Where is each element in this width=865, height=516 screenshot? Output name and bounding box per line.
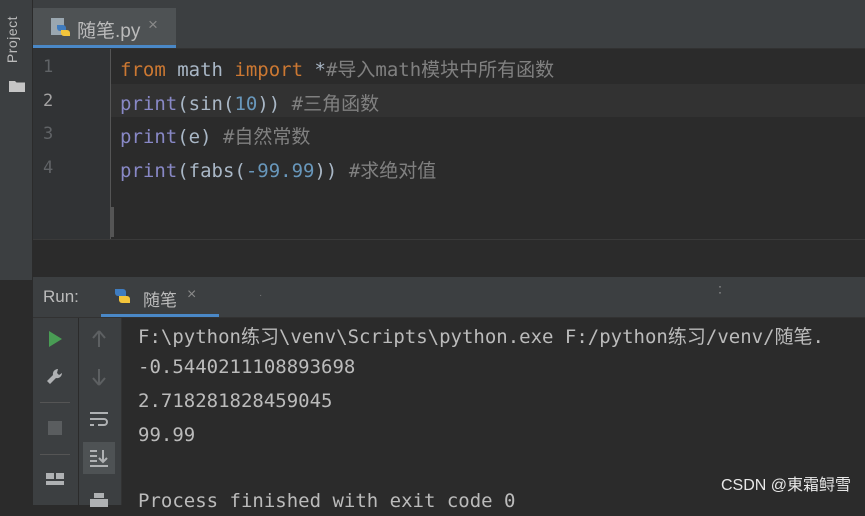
python-icon xyxy=(115,289,130,303)
editor-tab[interactable]: 随笔.py × xyxy=(33,8,176,48)
run-icon[interactable] xyxy=(40,324,70,354)
run-toolbar-primary xyxy=(33,318,78,505)
project-tool-button[interactable]: Project xyxy=(4,16,20,63)
line-number-gutter: 1 2 3 4 xyxy=(33,49,111,239)
editor-tab-bar: 随笔.py × xyxy=(33,0,865,49)
code-line-2: print(sin(10)) #三角函数 xyxy=(120,93,380,115)
run-tab-close-icon[interactable]: × xyxy=(187,286,196,304)
panel-splitter[interactable] xyxy=(33,239,865,278)
editor-tab-label: 随笔.py xyxy=(77,21,141,42)
more-options-icon[interactable]: · · xyxy=(718,280,722,298)
line-number: 3 xyxy=(43,124,54,144)
project-tool-strip: Project xyxy=(0,0,33,280)
divider-dot: · xyxy=(259,290,263,301)
layout-icon[interactable] xyxy=(40,464,70,494)
code-line-3: print(e) #自然常数 xyxy=(120,126,311,148)
console-line: Process finished with exit code 0 xyxy=(138,490,516,512)
tab-close-icon[interactable]: × xyxy=(148,15,158,35)
run-config-tab[interactable]: 随笔 × xyxy=(101,277,219,317)
run-toolbar-secondary xyxy=(79,318,122,507)
run-title: Run: xyxy=(43,287,79,306)
watermark: CSDN @東霜鲟雪 xyxy=(720,477,851,494)
code-line-4: print(fabs(-99.99)) #求绝对值 xyxy=(120,160,437,182)
run-tool-header: Run: 随笔 × · · · xyxy=(33,277,865,318)
console-line: 2.718281828459045 xyxy=(138,390,333,412)
wrench-icon[interactable] xyxy=(40,362,70,392)
toolbar-separator xyxy=(40,454,70,455)
console-line: 99.99 xyxy=(138,424,196,446)
line-number: 2 xyxy=(43,91,54,111)
line-number: 4 xyxy=(43,158,54,178)
code-line-1: from math import *#导入math模块中所有函数 xyxy=(120,59,555,81)
code-editor[interactable]: from math import *#导入math模块中所有函数 print(s… xyxy=(111,49,865,239)
console-line: -0.5440211108893698 xyxy=(138,356,356,378)
python-file-icon xyxy=(51,18,70,36)
print-icon[interactable] xyxy=(84,486,114,516)
arrow-up-icon[interactable] xyxy=(84,324,114,354)
line-number: 1 xyxy=(43,57,54,77)
arrow-down-icon[interactable] xyxy=(84,362,114,392)
scroll-to-end-icon[interactable] xyxy=(83,442,115,474)
stop-icon[interactable] xyxy=(40,413,70,443)
console-line: F:\python练习\venv\Scripts\python.exe F:/p… xyxy=(138,326,824,348)
folder-icon[interactable] xyxy=(9,80,25,92)
toolbar-separator xyxy=(40,402,70,403)
run-tab-label: 随笔 xyxy=(143,291,177,310)
soft-wrap-icon[interactable] xyxy=(84,404,114,434)
